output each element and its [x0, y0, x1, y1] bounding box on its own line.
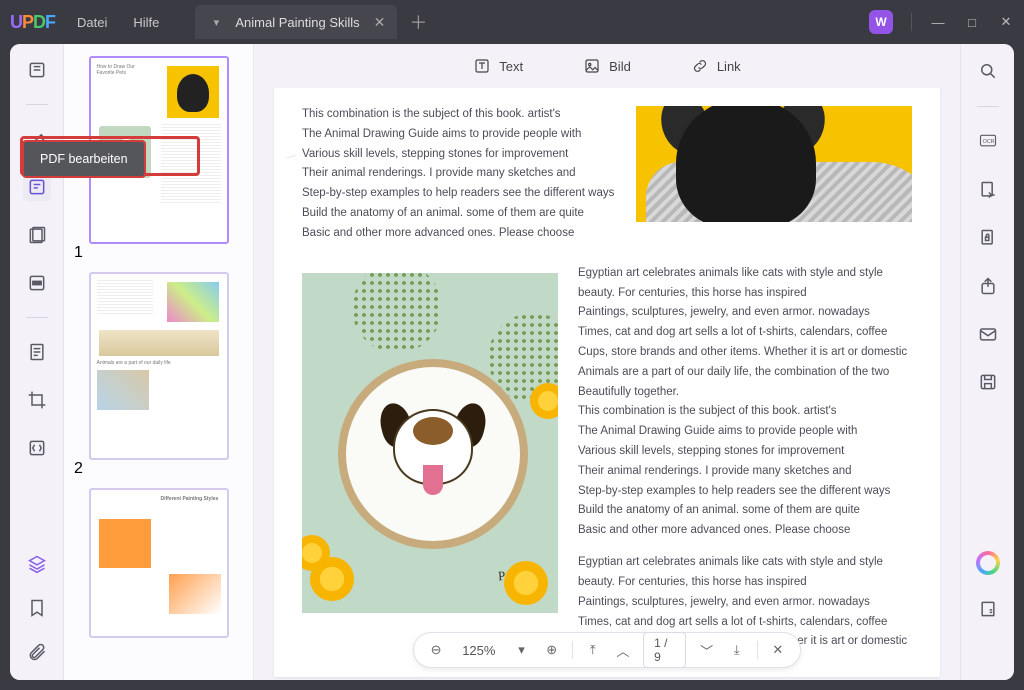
- redact-icon[interactable]: [23, 269, 51, 297]
- new-tab-button[interactable]: ＋: [409, 9, 427, 35]
- edit-image-button[interactable]: Bild: [583, 57, 631, 75]
- properties-icon[interactable]: [975, 596, 1001, 622]
- organize-pages-icon[interactable]: [23, 221, 51, 249]
- search-icon[interactable]: [975, 58, 1001, 84]
- compress-icon[interactable]: [23, 434, 51, 462]
- tab-close-icon[interactable]: ✕: [374, 14, 386, 31]
- right-sidebar: OCR: [960, 44, 1014, 680]
- next-page-button[interactable]: ﹀: [696, 639, 716, 661]
- save-icon[interactable]: [975, 369, 1001, 395]
- thumbnail-label-2: 2: [74, 460, 243, 478]
- annotation-arrow: [196, 158, 386, 160]
- menu-file[interactable]: Datei: [77, 15, 107, 30]
- close-pager-button[interactable]: ✕: [768, 639, 788, 661]
- thumb-heading: Animals are a part of our daily life: [97, 360, 221, 366]
- embroidery-image: Porfirio: [302, 273, 558, 613]
- forms-icon[interactable]: [23, 338, 51, 366]
- zoom-in-button[interactable]: ⊕: [542, 639, 562, 661]
- edit-link-label: Link: [717, 59, 741, 74]
- bookmark-icon[interactable]: [23, 594, 51, 622]
- crop-icon[interactable]: [23, 386, 51, 414]
- text-icon: [473, 57, 491, 75]
- edit-text-label: Text: [499, 59, 523, 74]
- document-tab[interactable]: ▾ Animal Painting Skills ✕: [195, 5, 397, 39]
- edit-image-label: Bild: [609, 59, 631, 74]
- layers-icon[interactable]: [23, 550, 51, 578]
- zoom-level[interactable]: 125%: [456, 643, 501, 658]
- thumbnail-label-1: 1: [74, 244, 243, 262]
- window-maximize-icon[interactable]: □: [964, 15, 980, 30]
- thumb-heading: How to Draw Our Favorite Pets: [97, 64, 153, 76]
- link-icon: [691, 57, 709, 75]
- page-navigator: ⊖ 125% ▾ ⊕ ⤒ ︿ 1 / 9 ﹀ ⤓ ✕: [413, 632, 801, 668]
- reader-mode-icon[interactable]: [23, 56, 51, 84]
- tab-title: Animal Painting Skills: [235, 15, 359, 30]
- zoom-dropdown-icon[interactable]: ▾: [511, 639, 531, 661]
- zoom-out-button[interactable]: ⊖: [426, 639, 446, 661]
- thumbnail-page-2[interactable]: Animals are a part of our daily life: [89, 272, 229, 460]
- pug-image: [636, 106, 912, 222]
- tooltip-edit-pdf: PDF bearbeiten: [22, 140, 146, 178]
- convert-icon[interactable]: [975, 177, 1001, 203]
- tab-menu-icon[interactable]: ▾: [207, 13, 225, 31]
- email-icon[interactable]: [975, 321, 1001, 347]
- ocr-icon[interactable]: OCR: [975, 129, 1001, 155]
- window-minimize-icon[interactable]: —: [930, 15, 946, 30]
- titlebar: UPDF Datei Hilfe ▾ Animal Painting Skill…: [0, 0, 1024, 44]
- user-avatar[interactable]: W: [869, 10, 893, 34]
- protect-icon[interactable]: [975, 225, 1001, 251]
- document-view[interactable]: This combination is the subject of this …: [254, 88, 960, 680]
- text-block-2: Egyptian art celebrates animals like cat…: [578, 259, 912, 653]
- ai-assistant-icon[interactable]: [975, 550, 1001, 576]
- page-indicator[interactable]: 1 / 9: [643, 632, 686, 668]
- edit-toolbar: Text Bild Link: [254, 44, 960, 88]
- first-page-button[interactable]: ⤒: [583, 639, 603, 661]
- menu-help[interactable]: Hilfe: [133, 15, 159, 30]
- edit-text-button[interactable]: Text: [473, 57, 523, 75]
- attachment-icon[interactable]: [23, 638, 51, 666]
- svg-text:OCR: OCR: [982, 139, 994, 145]
- edit-link-button[interactable]: Link: [691, 57, 741, 75]
- image-icon: [583, 57, 601, 75]
- window-close-icon[interactable]: ✕: [998, 14, 1014, 30]
- pdf-page: This combination is the subject of this …: [274, 88, 940, 677]
- share-icon[interactable]: [975, 273, 1001, 299]
- last-page-button[interactable]: ⤓: [727, 639, 747, 661]
- prev-page-button[interactable]: ︿: [613, 639, 633, 661]
- text-block-1: This combination is the subject of this …: [302, 106, 616, 245]
- thumb-heading: Different Painting Styles: [161, 496, 221, 502]
- thumbnail-page-3[interactable]: Different Painting Styles: [89, 488, 229, 638]
- app-logo: UPDF: [10, 12, 55, 33]
